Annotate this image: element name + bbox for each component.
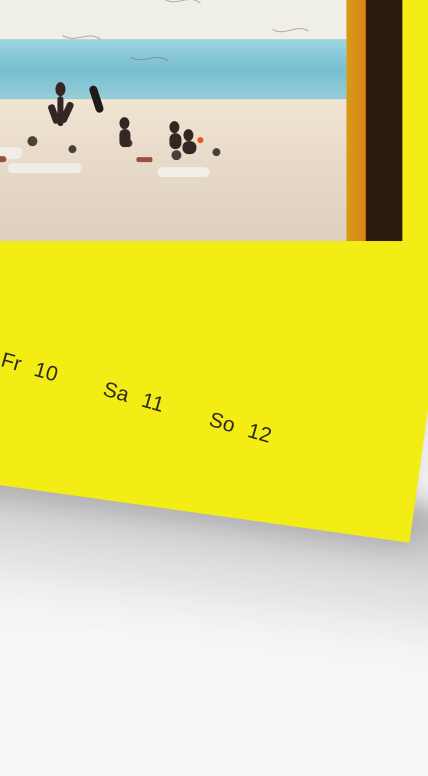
- date-day: Fr: [0, 348, 25, 377]
- date-item-saturday: Sa 11: [100, 377, 167, 418]
- photo-border-edge: [346, 0, 403, 242]
- yellow-poster: Do 09 Fr 10 Sa 11 So 12: [0, 0, 428, 543]
- photo-scene: Do 09 Fr 10 Sa 11 So 12: [0, 0, 428, 776]
- date-item-sunday: So 12: [206, 408, 275, 449]
- date-day: So: [206, 408, 238, 438]
- date-number: 11: [139, 388, 167, 417]
- date-number: 10: [31, 357, 61, 387]
- date-day: Sa: [100, 377, 132, 407]
- date-list: Do 09 Fr 10 Sa 11 So 12: [0, 310, 312, 467]
- date-number: 12: [245, 419, 275, 448]
- date-item-friday: Fr 10: [0, 348, 61, 387]
